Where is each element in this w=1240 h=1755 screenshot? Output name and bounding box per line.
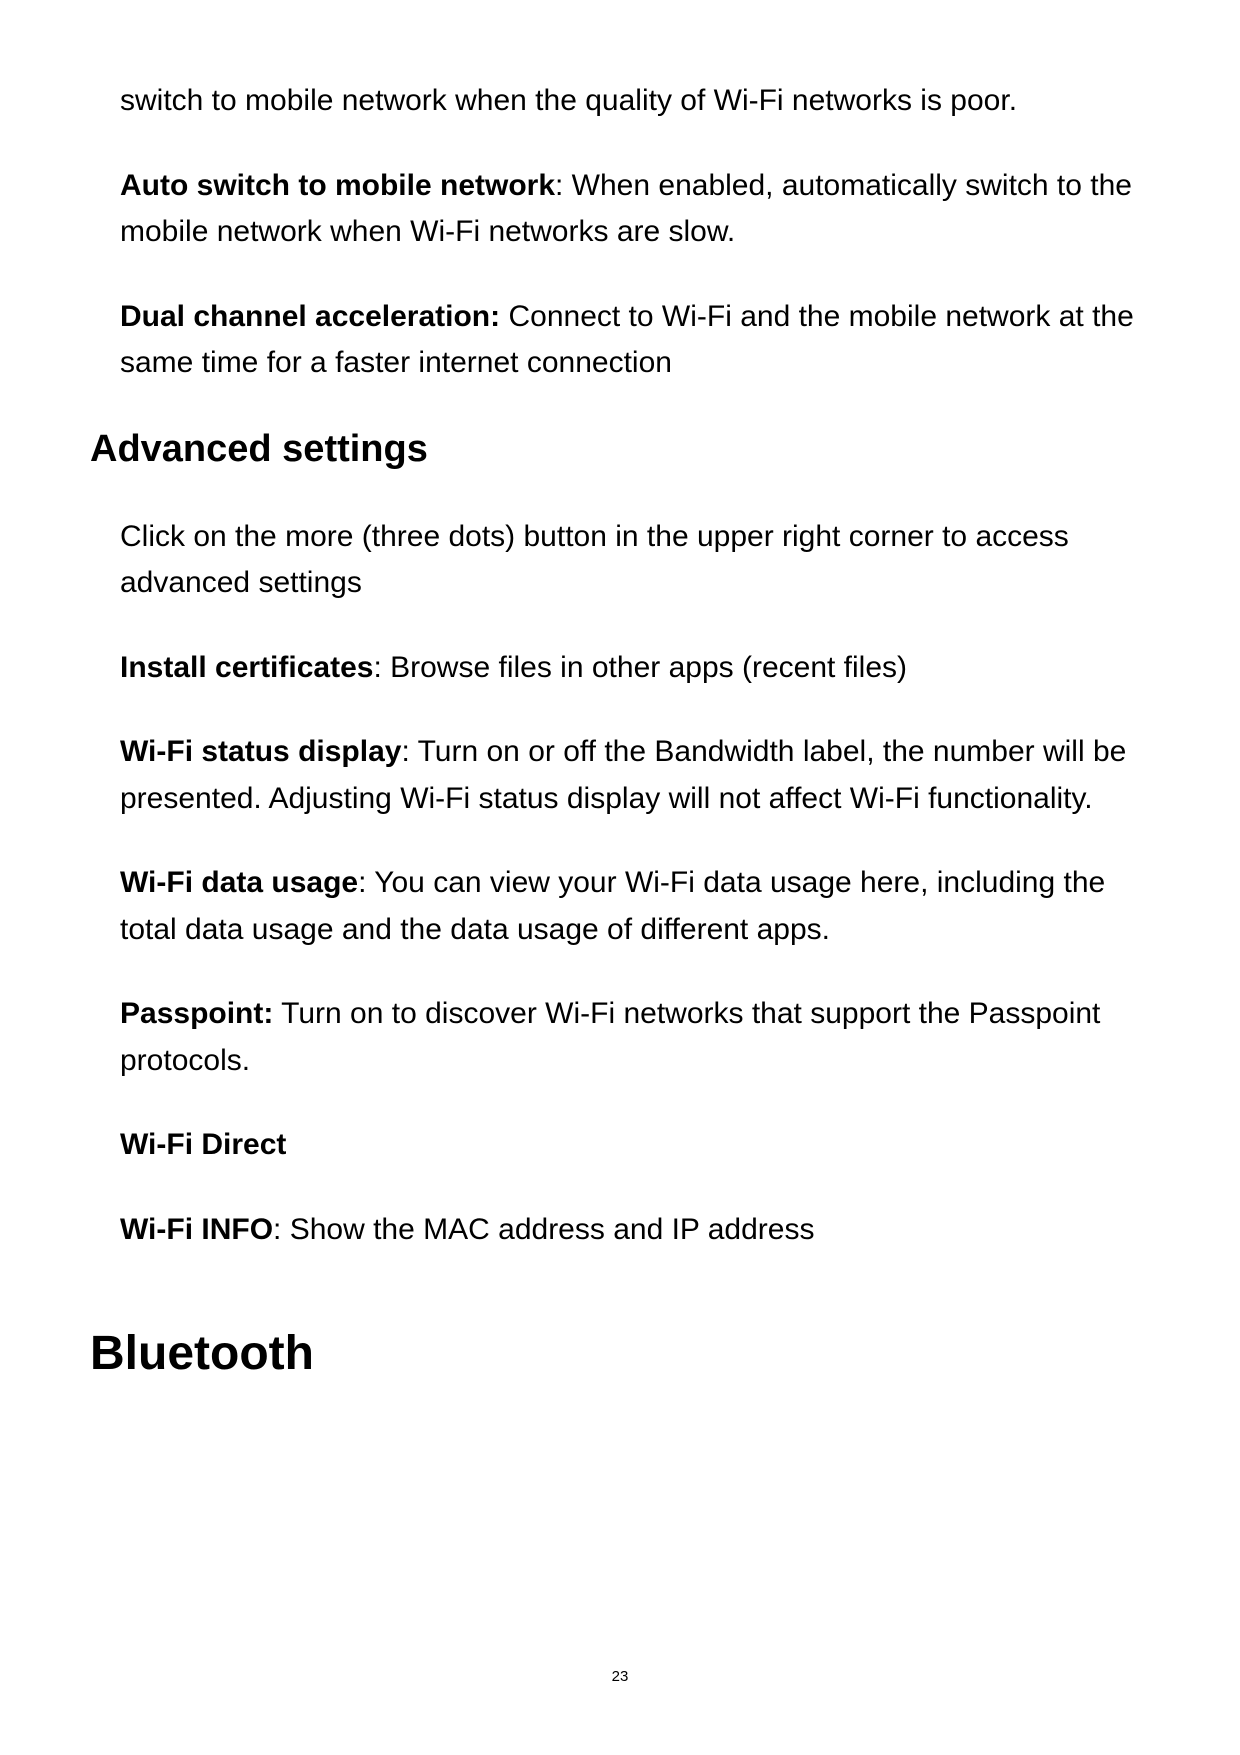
label-wifi-info: Wi-Fi INFO xyxy=(120,1213,273,1246)
paragraph-wifi-data-usage: Wi-Fi data usage: You can view your Wi-F… xyxy=(120,860,1150,953)
heading-advanced-settings: Advanced settings xyxy=(90,425,1150,474)
label-dual-channel: Dual channel acceleration: xyxy=(120,300,500,333)
label-wifi-status-display: Wi-Fi status display xyxy=(120,735,401,768)
paragraph-wifi-status-display: Wi-Fi status display: Turn on or off the… xyxy=(120,729,1150,822)
label-wifi-data-usage: Wi-Fi data usage xyxy=(120,866,358,899)
section-advanced-settings: Click on the more (three dots) button in… xyxy=(90,514,1150,1254)
paragraph-wifi-info: Wi-Fi INFO: Show the MAC address and IP … xyxy=(120,1207,1150,1254)
paragraph-advanced-intro: Click on the more (three dots) button in… xyxy=(120,514,1150,607)
paragraph-auto-switch: Auto switch to mobile network: When enab… xyxy=(120,163,1150,256)
paragraph-install-certificates: Install certificates: Browse files in ot… xyxy=(120,645,1150,692)
text-wifi-info: : Show the MAC address and IP address xyxy=(273,1213,814,1246)
label-passpoint: Passpoint: xyxy=(120,997,273,1030)
section-wifi-continued: switch to mobile network when the qualit… xyxy=(90,78,1150,387)
text-install-certificates: : Browse files in other apps (recent fil… xyxy=(373,651,907,684)
page-number: 23 xyxy=(0,1668,1240,1685)
heading-bluetooth: Bluetooth xyxy=(90,1323,1150,1385)
paragraph-dual-channel: Dual channel acceleration: Connect to Wi… xyxy=(120,294,1150,387)
page-content: switch to mobile network when the qualit… xyxy=(0,0,1240,1386)
label-auto-switch: Auto switch to mobile network xyxy=(120,169,555,202)
paragraph-passpoint: Passpoint: Turn on to discover Wi-Fi net… xyxy=(120,991,1150,1084)
heading-wifi-direct: Wi-Fi Direct xyxy=(120,1122,1150,1169)
label-install-certificates: Install certificates xyxy=(120,651,373,684)
paragraph-wifi-switch: switch to mobile network when the qualit… xyxy=(120,78,1150,125)
